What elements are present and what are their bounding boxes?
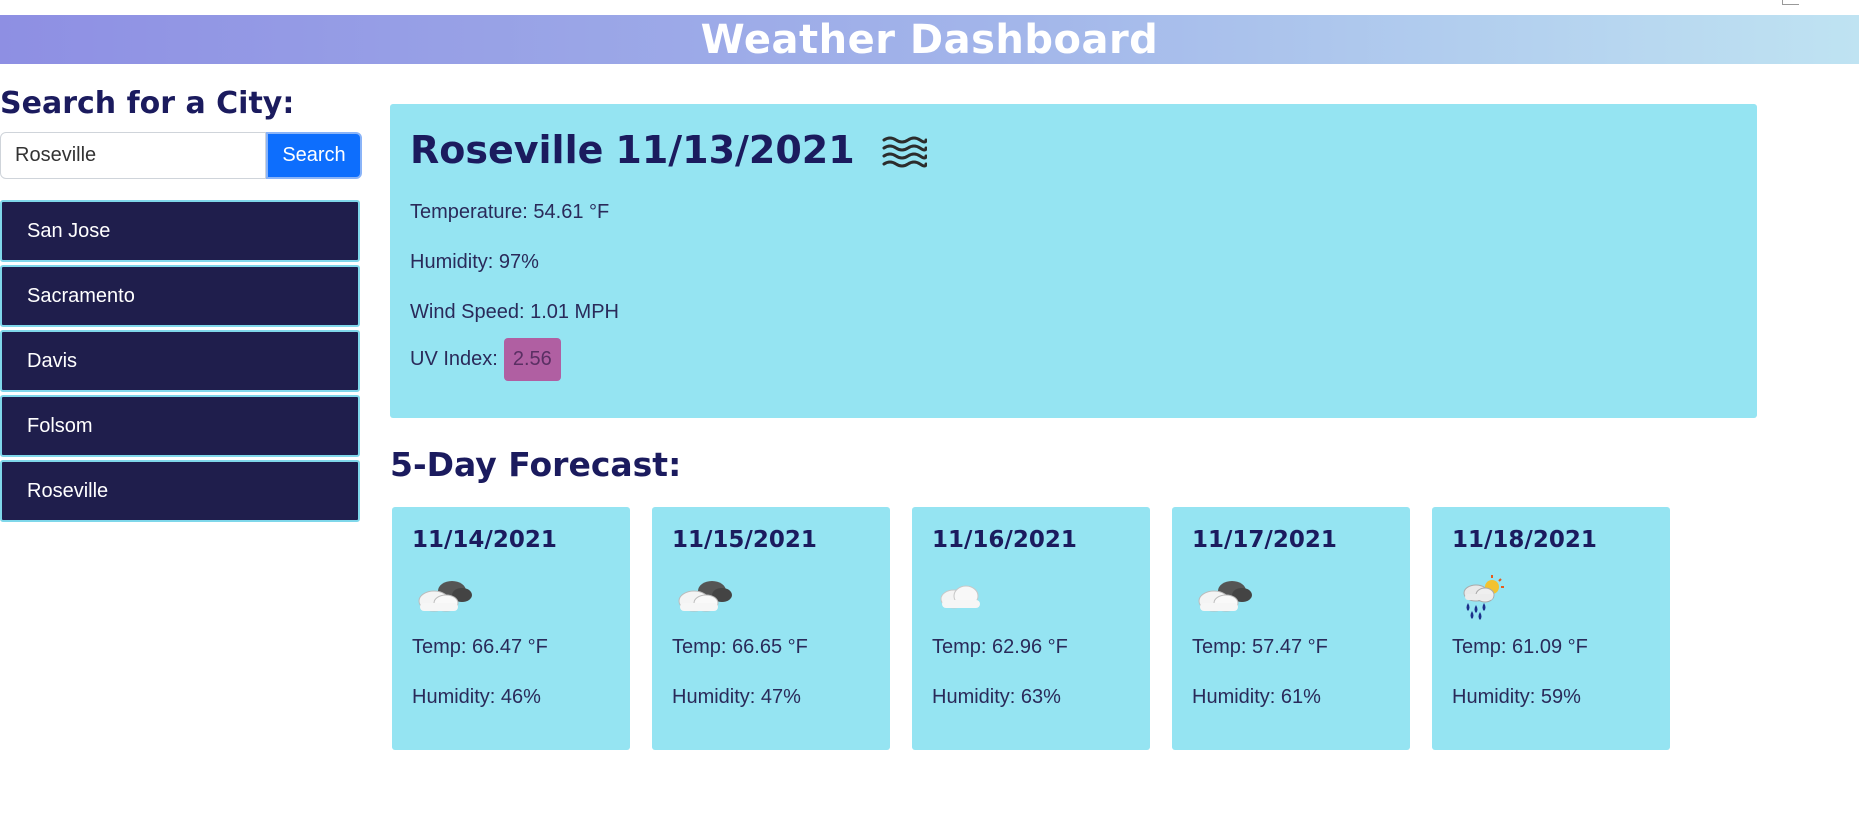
search-button[interactable]: Search: [266, 132, 362, 179]
search-title: Search for a City:: [0, 86, 295, 121]
uv-index-badge: 2.56: [503, 338, 561, 381]
search-history-list: San Jose Sacramento Davis Folsom Rosevil…: [0, 200, 362, 522]
history-item-sacramento[interactable]: Sacramento: [0, 265, 360, 327]
forecast-date: 11/15/2021: [672, 527, 817, 553]
forecast-date: 11/18/2021: [1452, 527, 1597, 553]
forecast-humidity: Humidity: 61%: [1192, 686, 1321, 708]
forecast-humidity: Humidity: 63%: [932, 686, 1061, 708]
broken-clouds-icon: [672, 569, 736, 621]
history-item-folsom[interactable]: Folsom: [0, 395, 360, 457]
page-header: Weather Dashboard: [0, 15, 1859, 64]
city-search-input[interactable]: [0, 132, 266, 179]
forecast-humidity: Humidity: 59%: [1452, 686, 1581, 708]
forecast-temp: Temp: 66.47 °F: [412, 636, 548, 658]
forecast-list: 11/14/2021 Temp: 66.47 °F Humidity: 46% …: [392, 507, 1670, 750]
forecast-date: 11/17/2021: [1192, 527, 1337, 553]
current-date: 11/13/2021: [615, 128, 855, 172]
current-weather-card: Roseville 11/13/2021 Temperature: 54.61 °…: [390, 104, 1757, 418]
forecast-date: 11/16/2021: [932, 527, 1077, 553]
broken-clouds-icon: [1192, 569, 1256, 621]
forecast-temp: Temp: 62.96 °F: [932, 636, 1068, 658]
mist-icon: [881, 132, 928, 168]
browser-top-strip: [0, 0, 1859, 15]
uv-index-label: UV Index:: [410, 348, 498, 370]
window-control-icon: [1782, 0, 1799, 5]
forecast-card: 11/15/2021 Temp: 66.65 °F Humidity: 47%: [652, 507, 890, 750]
forecast-humidity: Humidity: 47%: [672, 686, 801, 708]
sidebar: Search for a City: Search San Jose Sacra…: [0, 84, 362, 525]
history-item-san-jose[interactable]: San Jose: [0, 200, 360, 262]
forecast-temp: Temp: 61.09 °F: [1452, 636, 1588, 658]
forecast-card: 11/16/2021 Temp: 62.96 °F Humidity: 63%: [912, 507, 1150, 750]
page-title: Weather Dashboard: [700, 16, 1159, 63]
search-form: Search: [0, 132, 362, 181]
current-city-name: Roseville: [410, 128, 604, 172]
current-wind-speed: Wind Speed: 1.01 MPH: [410, 301, 619, 323]
forecast-temp: Temp: 57.47 °F: [1192, 636, 1328, 658]
forecast-temp: Temp: 66.65 °F: [672, 636, 808, 658]
current-temperature: Temperature: 54.61 °F: [410, 201, 610, 223]
current-humidity: Humidity: 97%: [410, 251, 539, 273]
cloud-icon: [932, 569, 996, 621]
history-item-roseville[interactable]: Roseville: [0, 460, 360, 522]
uv-index-row: UV Index: 2.56: [410, 338, 1737, 381]
forecast-date: 11/14/2021: [412, 527, 557, 553]
current-weather-header: Roseville 11/13/2021: [410, 126, 1737, 174]
history-item-davis[interactable]: Davis: [0, 330, 360, 392]
forecast-title: 5-Day Forecast:: [390, 445, 682, 484]
broken-clouds-icon: [412, 569, 476, 621]
rain-sun-icon: [1452, 569, 1516, 621]
forecast-humidity: Humidity: 46%: [412, 686, 541, 708]
forecast-card: 11/18/2021 Temp: 61.09 °F Humidity: 59%: [1432, 507, 1670, 750]
current-city-title: Roseville 11/13/2021: [410, 128, 867, 172]
forecast-card: 11/17/2021 Temp: 57.47 °F Humidity: 61%: [1172, 507, 1410, 750]
forecast-card: 11/14/2021 Temp: 66.47 °F Humidity: 46%: [392, 507, 630, 750]
